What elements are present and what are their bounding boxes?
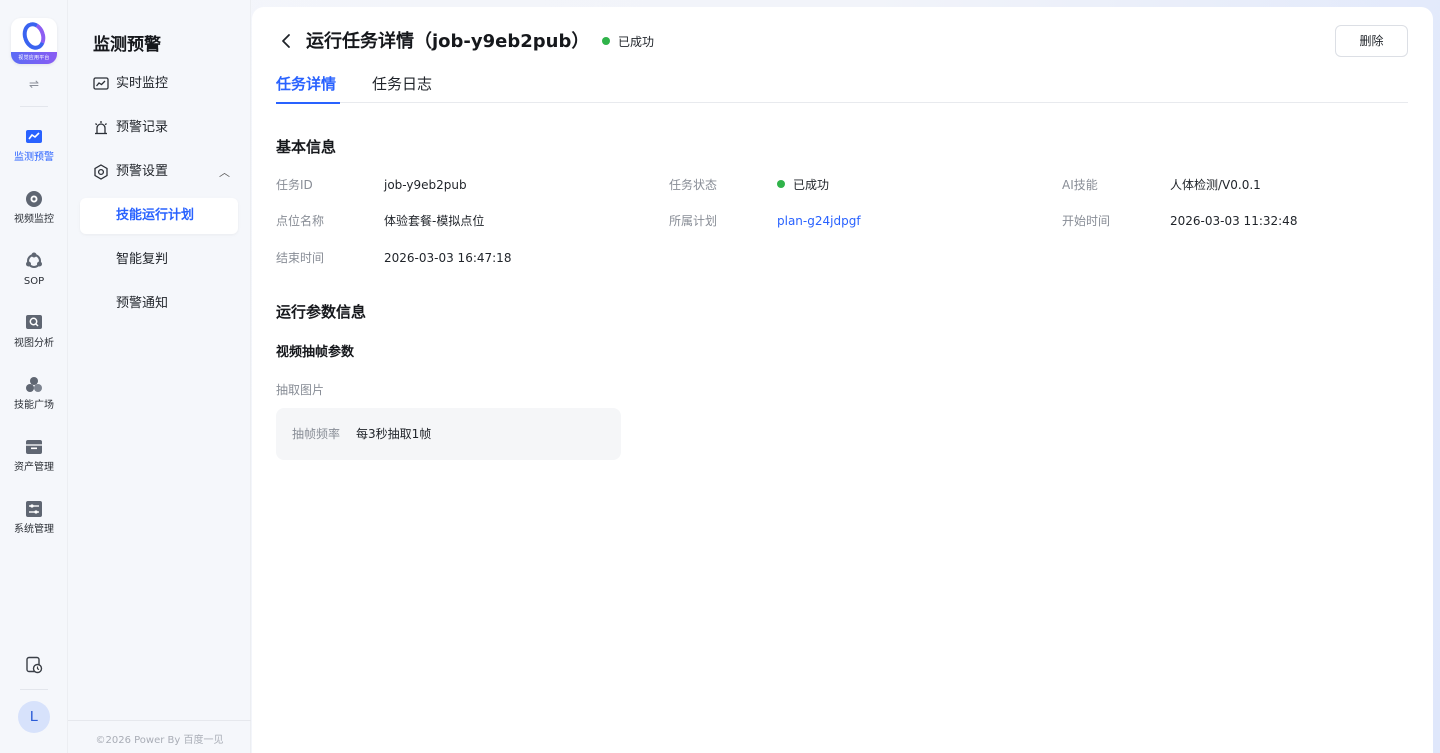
flow-icon [26, 252, 42, 268]
tab-label: 任务日志 [372, 75, 433, 93]
task-clock-icon[interactable] [25, 656, 43, 674]
field-value-end-time: 2026-03-03 16:47:18 [384, 251, 512, 265]
tab-label: 任务详情 [276, 75, 337, 93]
rail-item-video[interactable]: 视频监控 [0, 190, 68, 234]
secondary-sidebar: 监测预警 实时监控 预警记录 预警设置 ︿ 技能运行计划 智能复判 预警通知 ©… [68, 0, 251, 753]
field-label-task-id: 任务ID [276, 178, 313, 192]
delete-button[interactable]: 删除 [1335, 25, 1408, 57]
section-title-basic: 基本信息 [276, 138, 337, 156]
rail-divider [20, 689, 48, 690]
sidebar-item-label: 预警通知 [116, 296, 169, 311]
sidebar-item-skill-run-plan[interactable]: 技能运行计划 [80, 198, 238, 234]
settings-sliders-icon [26, 501, 42, 517]
gear-icon [94, 164, 108, 180]
rail-item-system[interactable]: 系统管理 [0, 500, 68, 544]
rail-item-label: SOP [23, 276, 45, 287]
field-label-point-name: 点位名称 [276, 214, 325, 228]
footer-divider [68, 720, 251, 721]
avatar[interactable]: L [18, 701, 50, 733]
back-arrow-icon[interactable] [278, 33, 294, 49]
camera-icon [26, 191, 42, 207]
sidebar-item-label: 技能运行计划 [116, 208, 195, 223]
status-badge: 已成功 [602, 34, 654, 50]
sidebar-item-label: 实时监控 [116, 76, 169, 91]
rail-item-label: 资产管理 [14, 462, 54, 473]
success-dot-icon [602, 37, 610, 45]
logo-text: 视觉应用平台 [11, 52, 57, 64]
sidebar-item-label: 预警记录 [116, 120, 169, 135]
main-content: 运行任务详情（job-y9eb2pub） 已成功 删除 任务详情 任务日志 基本… [252, 7, 1433, 753]
param-label-frame-rate: 抽帧频率 [292, 427, 341, 441]
switch-arrows-icon[interactable]: ⇌ [26, 78, 42, 90]
image-search-icon [26, 315, 42, 329]
plan-link[interactable]: plan-g24jdpgf [777, 213, 861, 229]
rail-item-label: 系统管理 [14, 524, 54, 535]
field-value-task-id: job-y9eb2pub [384, 178, 467, 192]
chevron-up-icon[interactable]: ︿ [219, 164, 230, 180]
param-value-frame-rate: 每3秒抽取1帧 [356, 427, 432, 441]
field-value-point-name: 体验套餐-模拟点位 [384, 214, 485, 228]
field-label-plan: 所属计划 [669, 214, 718, 228]
archive-icon [26, 440, 42, 454]
page-title: 运行任务详情（job-y9eb2pub） [306, 31, 590, 52]
field-label-start-time: 开始时间 [1062, 214, 1111, 228]
rail-item-monitoring[interactable]: 监测预警 [0, 128, 68, 172]
status-text: 已成功 [618, 35, 655, 49]
rail-item-label: 监测预警 [14, 152, 54, 163]
sidebar-item-alert-records[interactable]: 预警记录 [80, 110, 238, 146]
sidebar-item-label: 智能复判 [116, 252, 169, 267]
subsection-title-frame-params: 视频抽帧参数 [276, 345, 355, 360]
param-box: 抽帧频率 每3秒抽取1帧 [276, 408, 621, 460]
icon-rail: 视觉应用平台 ⇌ 监测预警 视频监控 SOP 视图分析 技能广场 资产管理 系统… [0, 0, 68, 753]
rail-item-label: 视图分析 [14, 338, 54, 349]
rail-item-assets[interactable]: 资产管理 [0, 438, 68, 482]
sidebar-item-realtime-monitoring[interactable]: 实时监控 [80, 66, 238, 102]
app-logo[interactable]: 视觉应用平台 [11, 18, 57, 64]
cluster-icon [26, 377, 42, 392]
chart-monitor-icon [26, 130, 42, 143]
field-value-task-status: 已成功 [777, 177, 829, 193]
rail-item-label: 视频监控 [14, 214, 54, 225]
rail-item-analysis[interactable]: 视图分析 [0, 314, 68, 358]
field-label-task-status: 任务状态 [669, 178, 718, 192]
sidebar-item-alert-settings[interactable]: 预警设置 ︿ [80, 154, 238, 190]
status-text: 已成功 [793, 178, 830, 192]
sidebar-item-label: 预警设置 [116, 164, 169, 179]
group-label-extract-images: 抽取图片 [276, 383, 325, 397]
line-chart-icon [93, 77, 109, 90]
field-label-end-time: 结束时间 [276, 251, 325, 265]
field-value-start-time: 2026-03-03 11:32:48 [1170, 214, 1298, 228]
field-value-ai-skill: 人体检测/V0.0.1 [1170, 178, 1261, 192]
tab-task-detail[interactable]: 任务详情 [276, 73, 340, 104]
rail-divider [20, 106, 48, 107]
logo-ring-icon [19, 19, 49, 53]
rail-item-sop[interactable]: SOP [0, 252, 68, 296]
sidebar-item-alert-notice[interactable]: 预警通知 [80, 286, 238, 322]
sidebar-title: 监测预警 [93, 35, 161, 55]
alarm-bell-icon [95, 121, 107, 135]
rail-item-skills[interactable]: 技能广场 [0, 376, 68, 420]
field-label-ai-skill: AI技能 [1062, 178, 1098, 192]
footer-copyright: ©2026 Power By 百度一见 [95, 735, 224, 746]
rail-item-label: 技能广场 [14, 400, 54, 411]
success-dot-icon [777, 180, 785, 188]
section-title-params: 运行参数信息 [276, 303, 367, 321]
tab-bar: 任务详情 任务日志 [276, 71, 1408, 104]
tab-task-log[interactable]: 任务日志 [372, 73, 432, 95]
sidebar-item-smart-review[interactable]: 智能复判 [80, 242, 238, 278]
tab-active-indicator [276, 102, 340, 104]
